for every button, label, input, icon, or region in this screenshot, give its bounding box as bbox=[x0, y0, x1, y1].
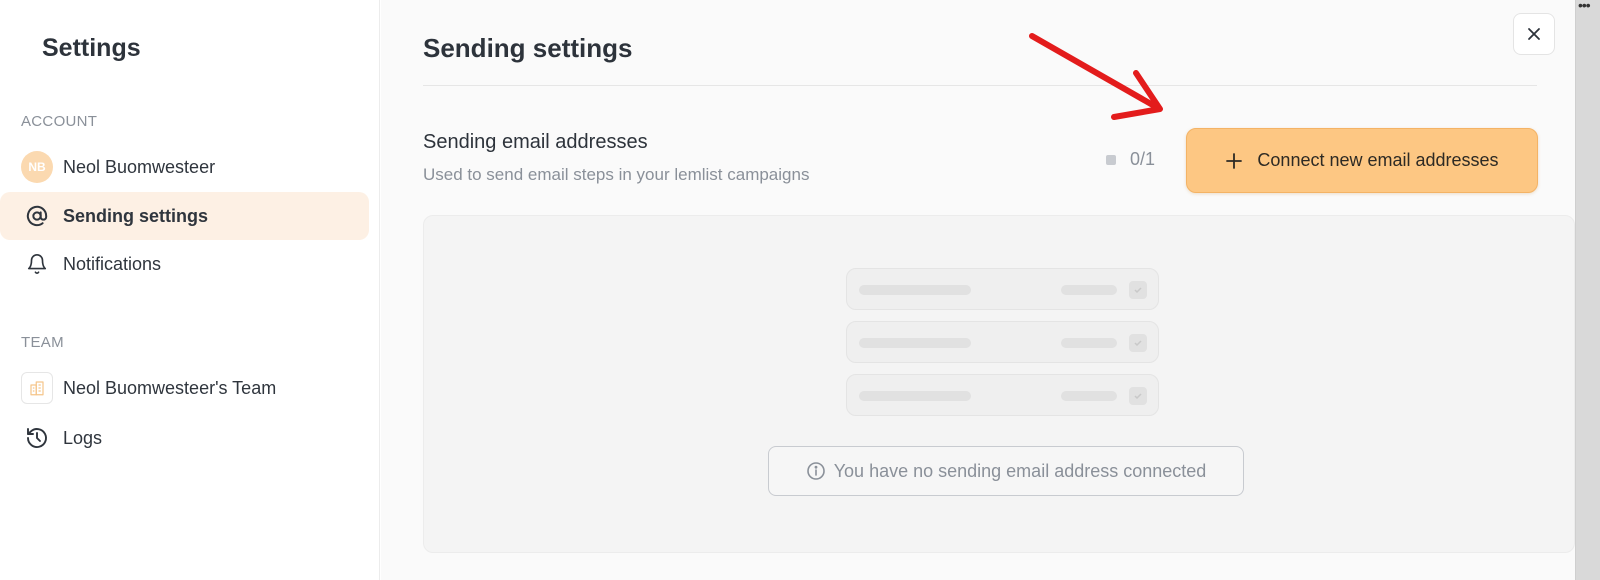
info-icon bbox=[806, 462, 825, 480]
empty-state-text: You have no sending email address connec… bbox=[833, 460, 1207, 481]
close-icon bbox=[1528, 28, 1540, 40]
sidebar-item-label: Sending settings bbox=[63, 205, 209, 226]
team-section-label: TEAM bbox=[21, 334, 64, 351]
sidebar-item-label: Logs bbox=[63, 427, 103, 448]
checkbox-placeholder-icon bbox=[1129, 387, 1147, 405]
address-counter: 0/1 bbox=[1106, 149, 1155, 170]
status-square-icon bbox=[1106, 154, 1116, 165]
empty-state-panel: You have no sending email address connec… bbox=[423, 215, 1575, 553]
account-section-label: ACCOUNT bbox=[21, 113, 98, 130]
history-icon bbox=[21, 422, 53, 454]
building-icon bbox=[21, 372, 53, 404]
empty-state-message: You have no sending email address connec… bbox=[768, 446, 1244, 496]
header-divider bbox=[423, 85, 1537, 86]
bell-icon bbox=[21, 248, 53, 280]
sidebar-item-label: Neol Buomwesteer bbox=[63, 156, 216, 177]
sidebar-item-notifications[interactable]: Notifications bbox=[0, 240, 369, 288]
sidebar-item-team[interactable]: Neol Buomwesteer's Team bbox=[0, 364, 369, 412]
page-title: Sending settings bbox=[423, 33, 633, 63]
checkbox-placeholder-icon bbox=[1129, 281, 1147, 299]
connect-email-button[interactable]: Connect new email addresses bbox=[1186, 128, 1538, 193]
skeleton-bar bbox=[859, 338, 971, 348]
scrollbar[interactable] bbox=[1575, 0, 1600, 580]
more-dots-icon: ••• bbox=[1578, 0, 1591, 13]
sending-settings-panel: Sending settings Sending email addresses… bbox=[381, 0, 1575, 580]
skeleton-bar bbox=[1061, 285, 1117, 295]
sidebar-item-logs[interactable]: Logs bbox=[0, 414, 369, 462]
skeleton-bar bbox=[1061, 338, 1117, 348]
close-button[interactable] bbox=[1513, 13, 1555, 55]
sidebar-item-label: Notifications bbox=[63, 253, 162, 274]
skeleton-row bbox=[846, 268, 1159, 310]
checkbox-placeholder-icon bbox=[1129, 334, 1147, 352]
section-subtitle: Used to send email steps in your lemlist… bbox=[423, 165, 810, 184]
sidebar-item-profile[interactable]: NB Neol Buomwesteer bbox=[0, 143, 369, 191]
section-title: Sending email addresses bbox=[423, 131, 648, 153]
sidebar-item-sending-settings[interactable]: Sending settings bbox=[0, 192, 369, 240]
avatar: NB bbox=[21, 151, 53, 183]
sidebar-item-label: Neol Buomwesteer's Team bbox=[63, 377, 277, 398]
settings-sidebar: Settings ACCOUNT NB Neol Buomwesteer Sen… bbox=[0, 0, 380, 580]
at-icon bbox=[21, 200, 53, 232]
sidebar-title: Settings bbox=[42, 34, 141, 62]
skeleton-bar bbox=[859, 391, 971, 401]
counter-value: 0/1 bbox=[1130, 149, 1156, 169]
skeleton-row bbox=[846, 321, 1159, 363]
skeleton-bar bbox=[859, 285, 971, 295]
connect-button-label: Connect new email addresses bbox=[1257, 150, 1499, 170]
skeleton-bar bbox=[1061, 391, 1117, 401]
skeleton-row bbox=[846, 374, 1159, 416]
plus-icon bbox=[1226, 152, 1243, 169]
